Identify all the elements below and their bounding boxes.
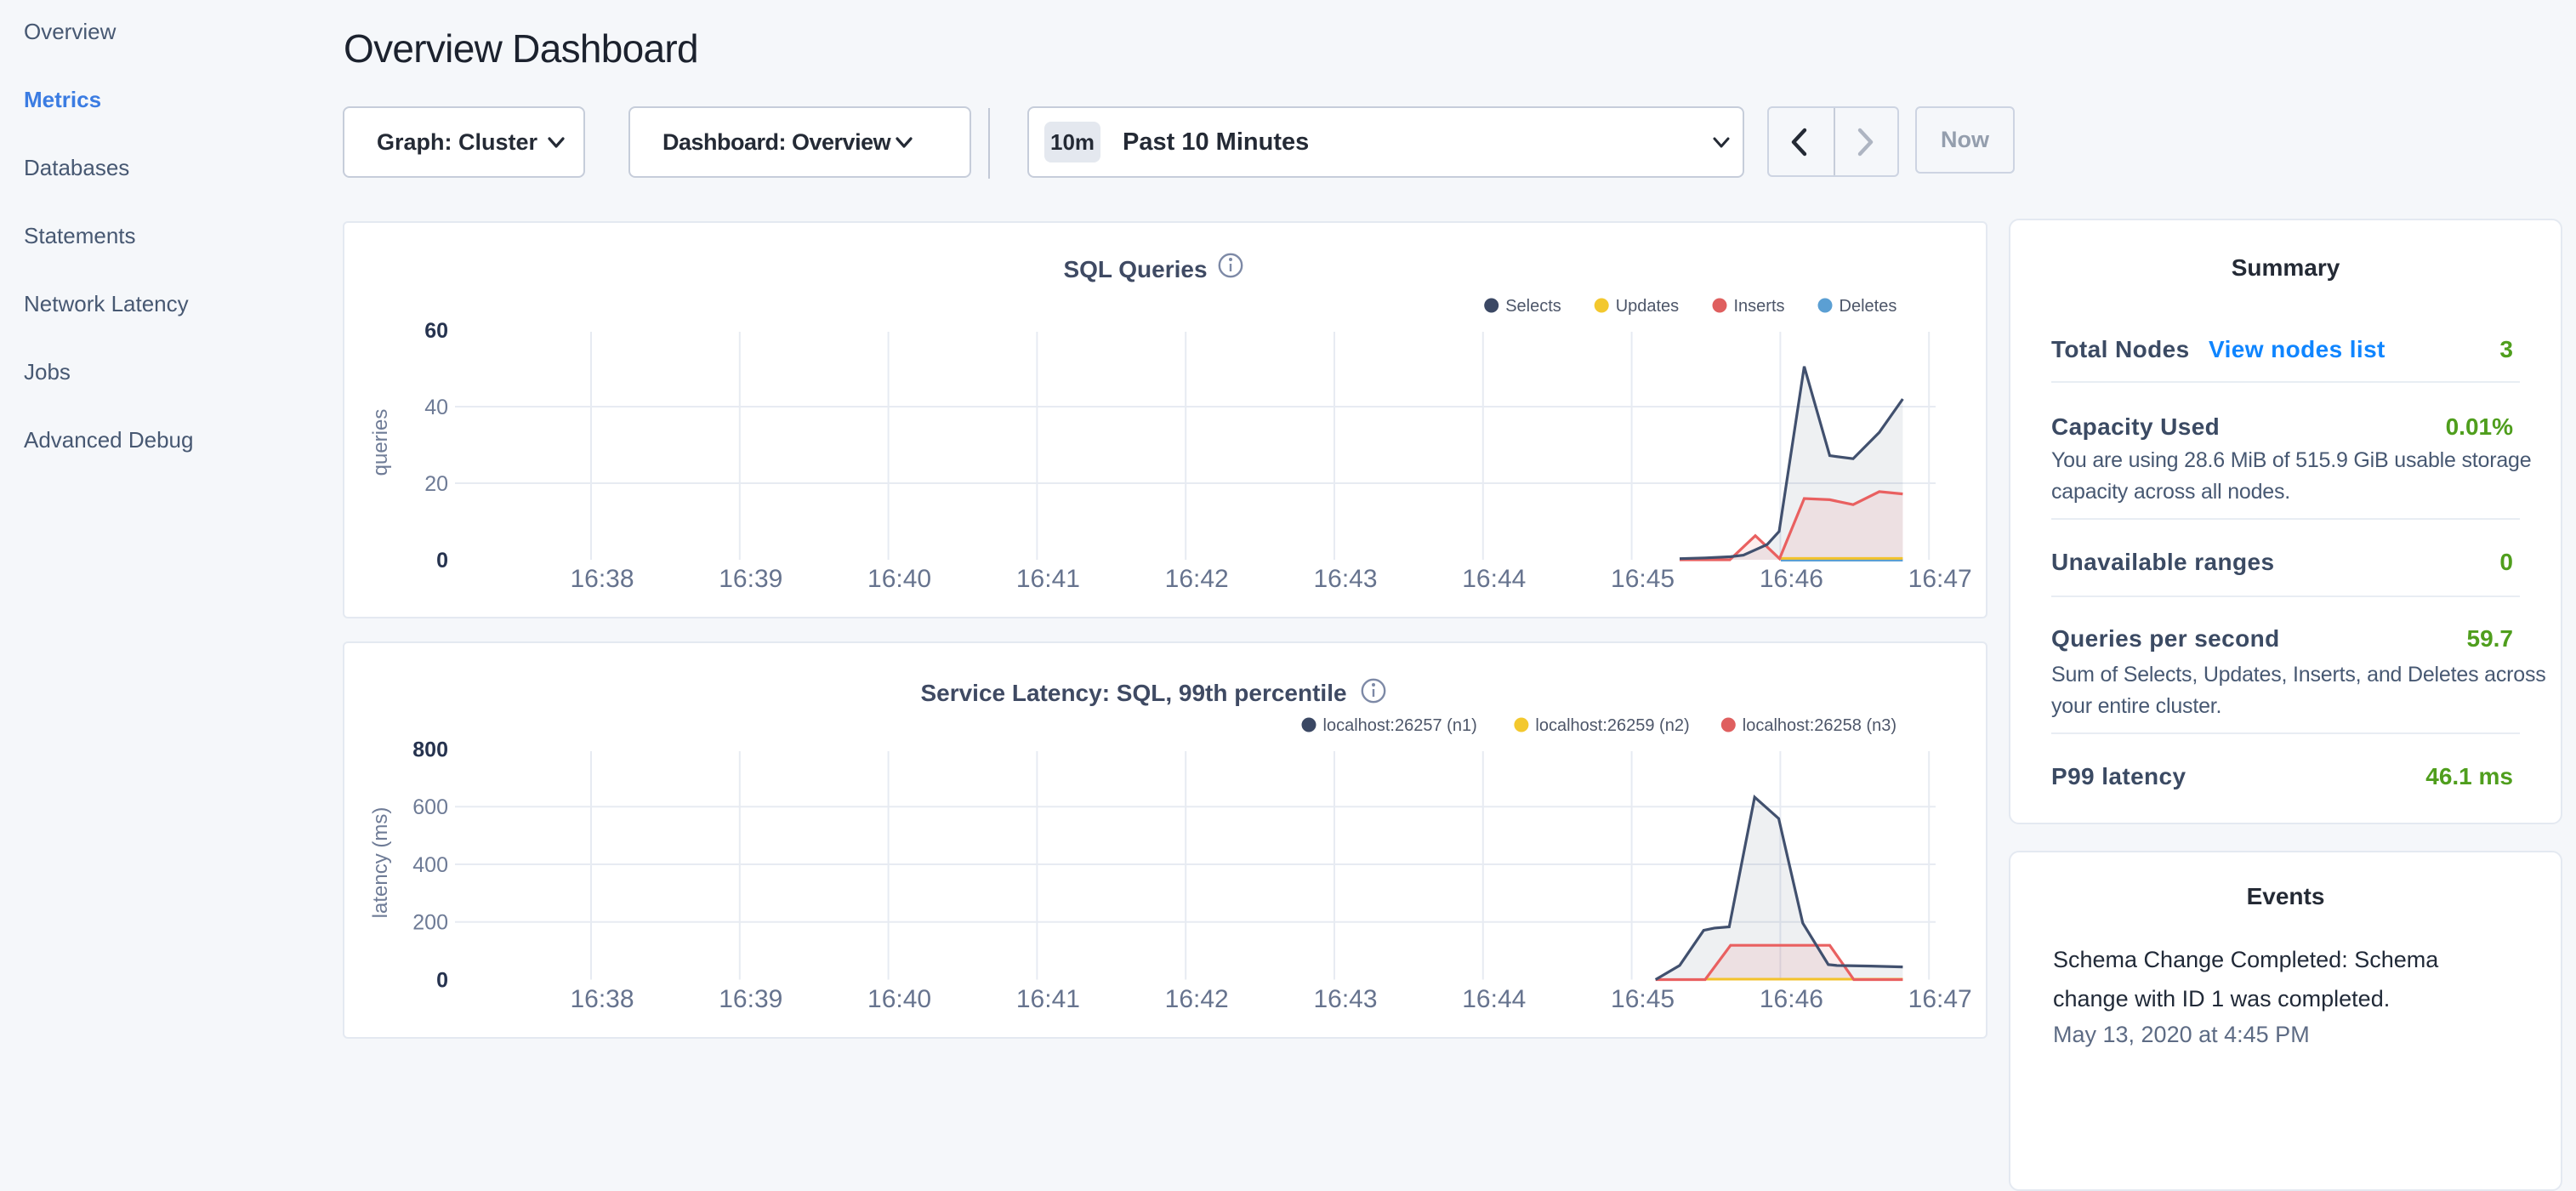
- svg-text:16:38: 16:38: [570, 565, 634, 593]
- svg-text:localhost:26258 (n3): localhost:26258 (n3): [1743, 716, 1896, 735]
- svg-text:16:41: 16:41: [1016, 565, 1080, 593]
- svg-text:localhost:26259 (n2): localhost:26259 (n2): [1535, 716, 1689, 735]
- svg-text:Inserts: Inserts: [1734, 297, 1785, 316]
- svg-text:0: 0: [436, 549, 448, 573]
- svg-text:16:40: 16:40: [867, 565, 931, 593]
- svg-text:16:39: 16:39: [719, 985, 782, 1013]
- svg-text:40: 40: [424, 396, 448, 419]
- svg-text:20: 20: [424, 472, 448, 496]
- svg-text:0: 0: [436, 969, 448, 993]
- svg-text:16:39: 16:39: [719, 565, 782, 593]
- svg-text:16:42: 16:42: [1165, 565, 1229, 593]
- svg-text:16:47: 16:47: [1908, 985, 1972, 1013]
- svg-text:16:43: 16:43: [1313, 985, 1377, 1013]
- svg-text:16:47: 16:47: [1908, 565, 1972, 593]
- svg-text:16:40: 16:40: [867, 985, 931, 1013]
- svg-text:16:42: 16:42: [1165, 985, 1229, 1013]
- svg-text:16:41: 16:41: [1016, 985, 1080, 1013]
- svg-text:latency (ms): latency (ms): [369, 807, 392, 919]
- svg-text:16:46: 16:46: [1760, 985, 1823, 1013]
- svg-text:16:38: 16:38: [570, 985, 634, 1013]
- svg-text:16:45: 16:45: [1611, 565, 1675, 593]
- svg-text:Deletes: Deletes: [1840, 297, 1897, 316]
- svg-text:16:43: 16:43: [1313, 565, 1377, 593]
- svg-text:60: 60: [424, 319, 448, 343]
- svg-text:600: 600: [412, 795, 448, 819]
- svg-text:16:45: 16:45: [1611, 985, 1675, 1013]
- svg-text:16:44: 16:44: [1462, 565, 1526, 593]
- svg-text:queries: queries: [369, 409, 392, 476]
- svg-text:SQL Queries: SQL Queries: [1063, 256, 1207, 282]
- svg-text:Selects: Selects: [1505, 297, 1561, 316]
- svg-text:200: 200: [412, 911, 448, 935]
- svg-text:16:44: 16:44: [1462, 985, 1526, 1013]
- svg-text:localhost:26257 (n1): localhost:26257 (n1): [1323, 716, 1477, 735]
- svg-text:Service Latency: SQL, 99th per: Service Latency: SQL, 99th percentile: [920, 680, 1346, 706]
- svg-text:400: 400: [412, 853, 448, 877]
- svg-text:Updates: Updates: [1616, 297, 1680, 316]
- svg-text:800: 800: [412, 738, 448, 762]
- svg-text:16:46: 16:46: [1760, 565, 1823, 593]
